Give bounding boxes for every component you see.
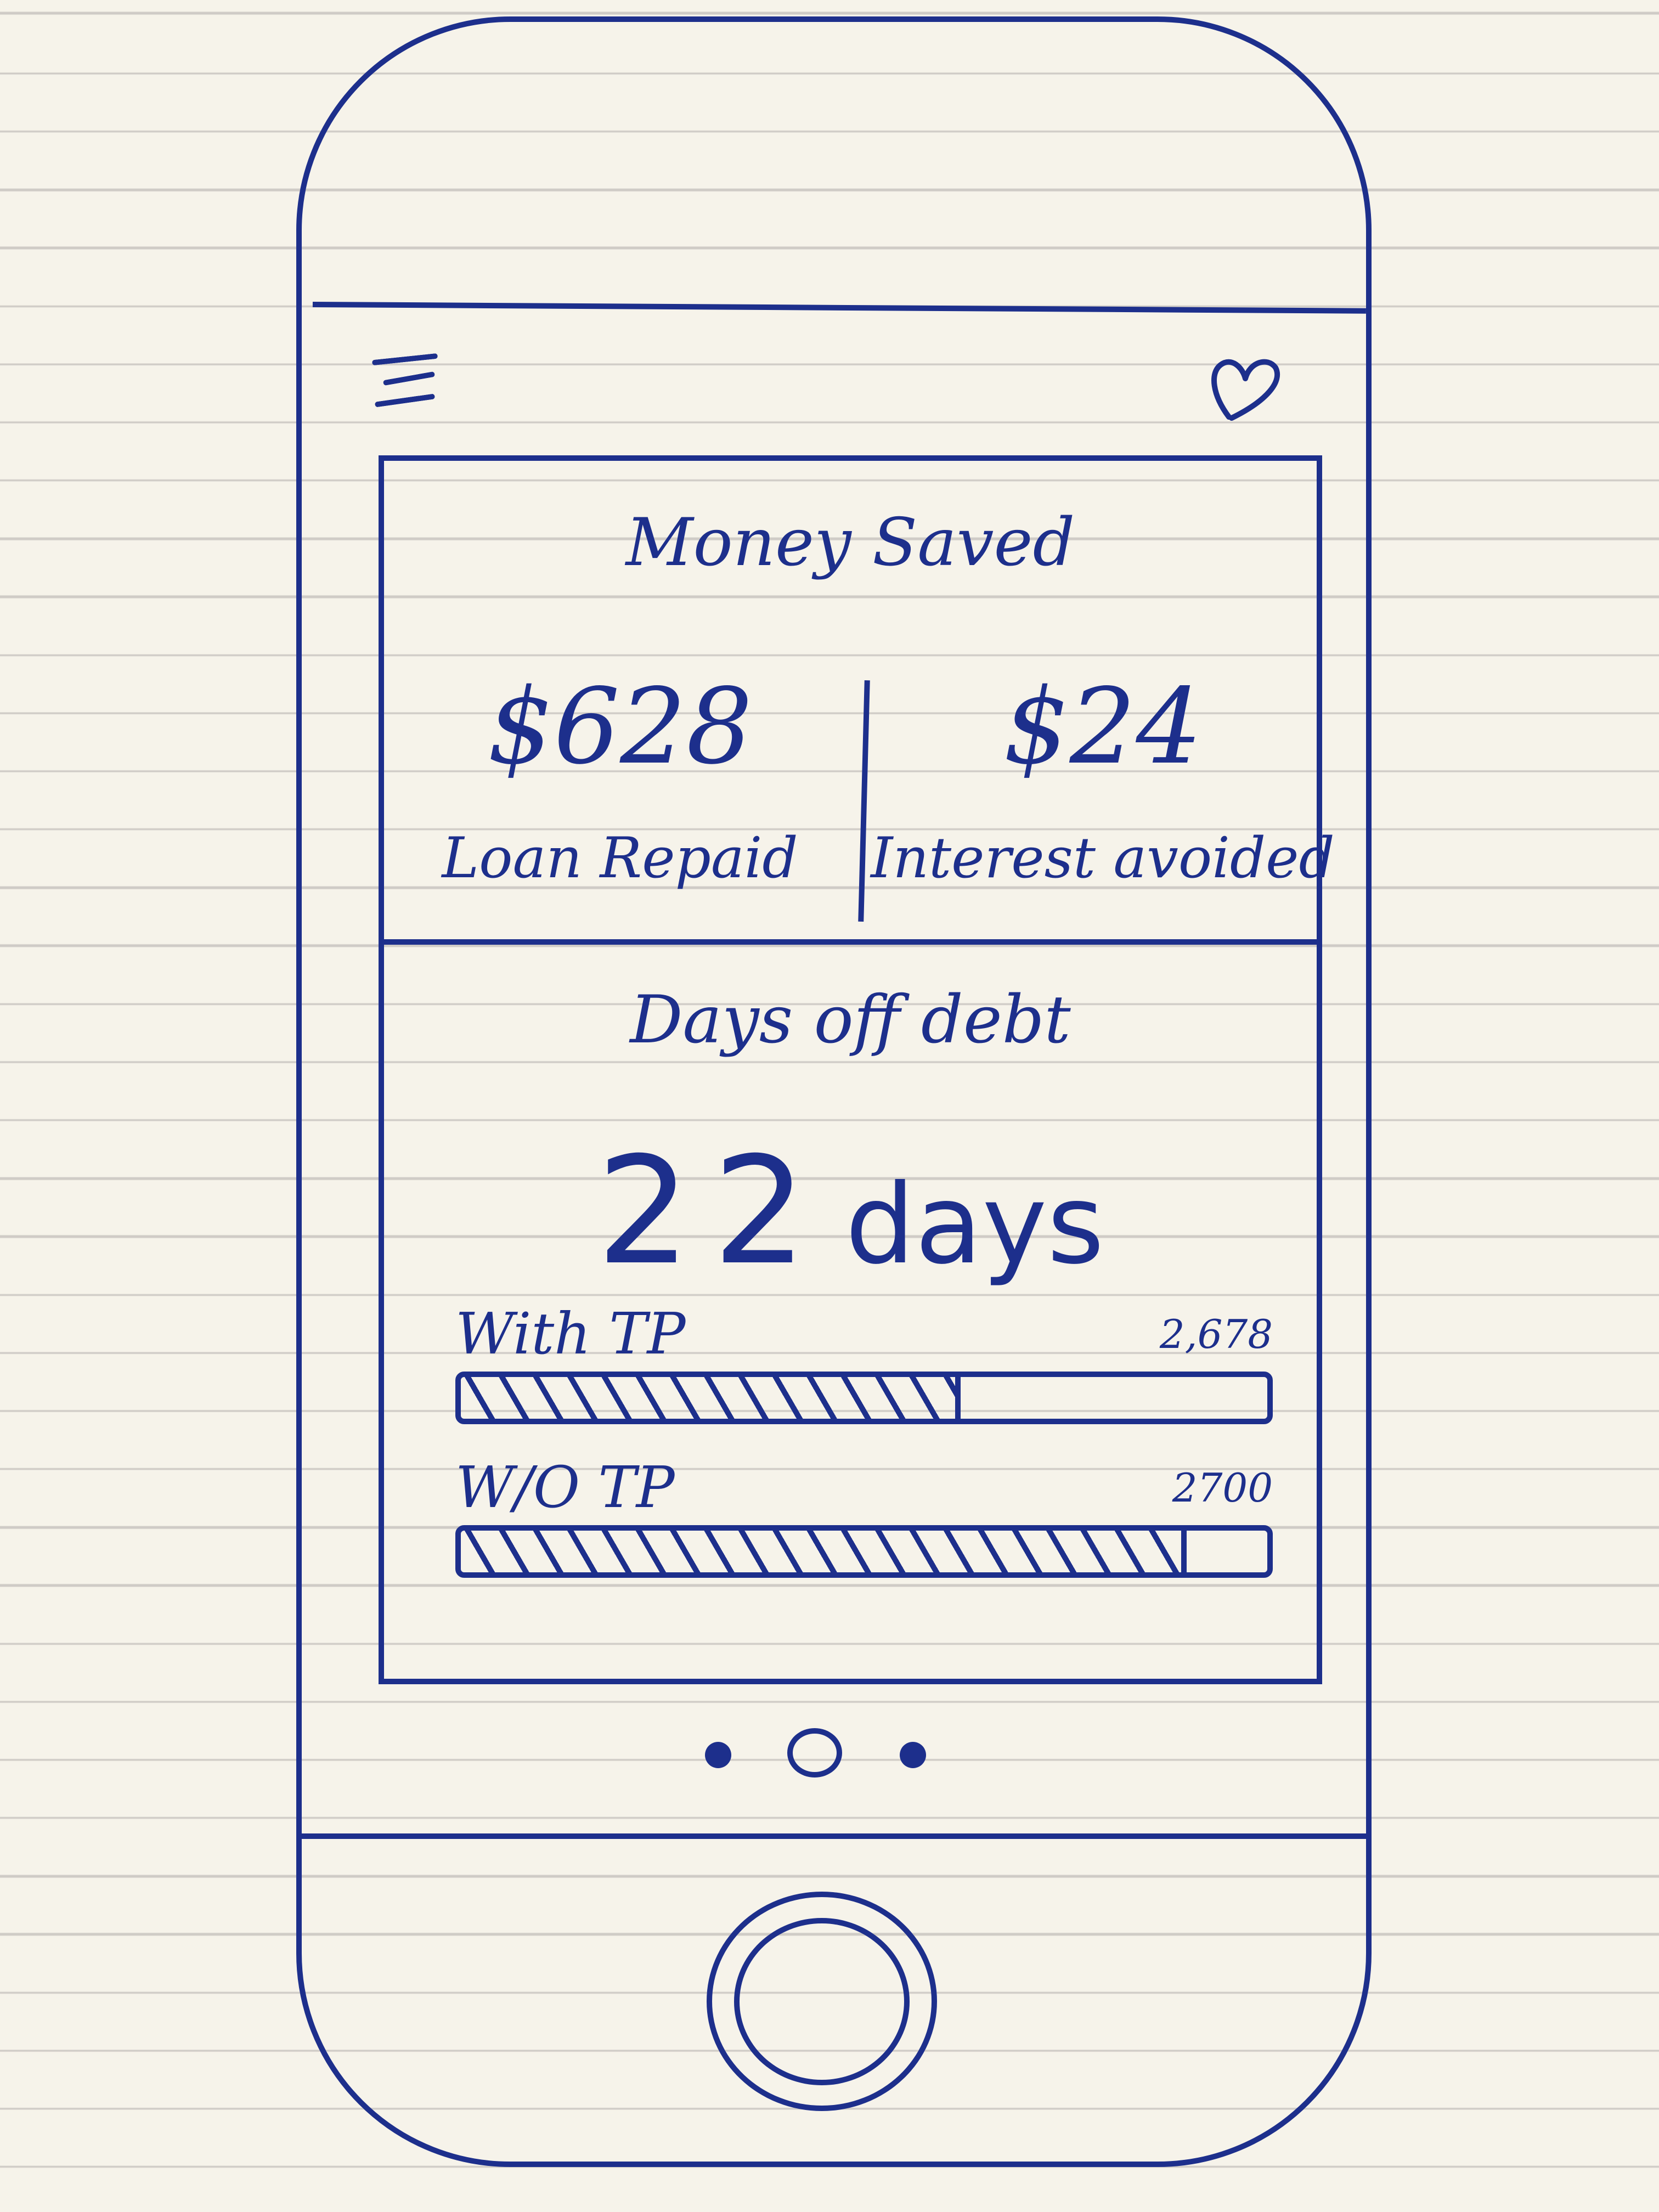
days-off-debt-title: Days off debt <box>630 982 1071 1058</box>
progress-track <box>455 1372 1273 1424</box>
interest-avoided-stat: $24 Interest avoided <box>867 664 1339 894</box>
progress-fill <box>461 1531 1187 1572</box>
interest-avoided-value: $24 <box>1003 666 1203 787</box>
menu-line <box>371 353 438 366</box>
page-dot[interactable] <box>900 1742 926 1768</box>
menu-line <box>374 393 436 408</box>
screen-bottom-divider <box>299 1833 1369 1839</box>
home-button-ring <box>734 1918 910 2085</box>
page-dot[interactable] <box>705 1742 731 1768</box>
savings-card: Money Saved $628 Loan Repaid $24 Interes… <box>379 455 1335 1684</box>
progress-total: 2,678 <box>1159 1311 1273 1357</box>
page-dot-active[interactable] <box>787 1728 842 1778</box>
loan-repaid-stat: $628 Loan Repaid <box>384 664 856 894</box>
section-divider <box>384 939 1317 945</box>
menu-line <box>382 371 436 386</box>
heart-icon[interactable] <box>1207 351 1284 422</box>
progress-total: 2700 <box>1172 1465 1273 1511</box>
progress-label: With TP <box>455 1300 686 1367</box>
progress-fill <box>461 1377 961 1419</box>
page-indicator <box>691 1728 944 1783</box>
home-button[interactable] <box>707 1892 937 2111</box>
interest-avoided-label: Interest avoided <box>871 826 1335 891</box>
days-unit: days <box>845 1161 1104 1289</box>
hamburger-menu-icon[interactable] <box>371 351 454 411</box>
days-off-debt-value: 22 days <box>384 1125 1317 1297</box>
progress-label: W/O TP <box>455 1454 675 1521</box>
loan-repaid-value: $628 <box>487 666 753 787</box>
progress-track <box>455 1525 1273 1578</box>
days-number: 22 <box>596 1125 829 1297</box>
loan-repaid-label: Loan Repaid <box>442 826 798 891</box>
money-saved-title: Money Saved <box>625 505 1075 581</box>
